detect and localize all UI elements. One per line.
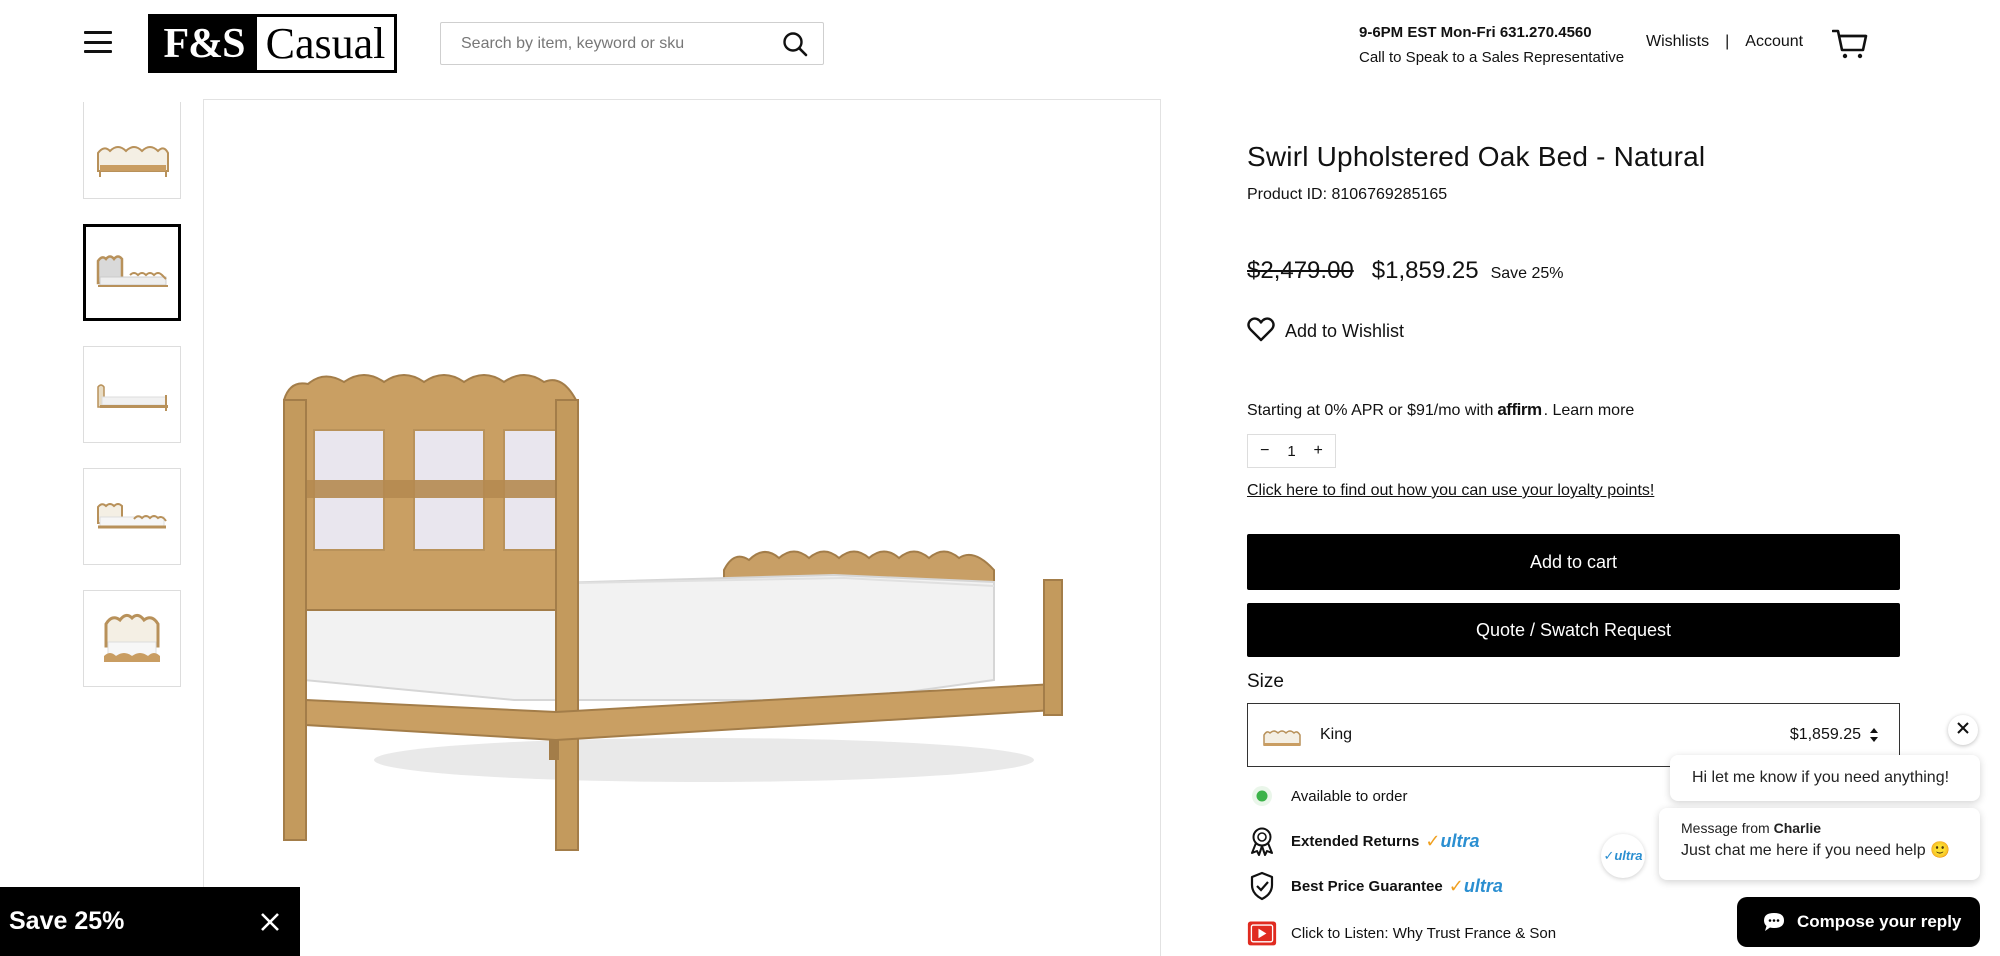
- quantity-stepper: − 1 +: [1247, 434, 1336, 468]
- thumbnail-3[interactable]: [83, 346, 181, 443]
- chat-message-text: Just chat me here if you need help 🙂: [1681, 842, 1950, 859]
- extended-returns-row[interactable]: Extended Returns ✓ultra: [1247, 826, 1479, 856]
- logo-right-text: Casual: [265, 19, 386, 68]
- listen-row[interactable]: Click to Listen: Why Trust France & Son: [1247, 918, 1556, 948]
- chat-bubble-message[interactable]: Message from Charlie Just chat me here i…: [1659, 808, 1980, 880]
- search-bar: [440, 22, 824, 65]
- availability-row: Available to order: [1247, 781, 1407, 811]
- chat-sender: Message from Charlie: [1681, 820, 1822, 836]
- affirm-text: Starting at 0% APR or $91/mo with: [1247, 402, 1494, 419]
- site-logo[interactable]: F&S Casual: [148, 14, 397, 73]
- bed-illustration: [283, 374, 1063, 851]
- size-swatch-image: [1260, 719, 1304, 751]
- chat-sender-name: Charlie: [1773, 820, 1822, 836]
- wishlist-label: Add to Wishlist: [1285, 321, 1405, 341]
- listen-text: Click to Listen: Why Trust France & Son: [1291, 924, 1557, 942]
- loyalty-points-link[interactable]: Click here to find out how you can use y…: [1247, 482, 1654, 500]
- best-price-row[interactable]: Best Price Guarantee ✓ultra: [1247, 871, 1503, 901]
- sale-price: $1,859.25: [1371, 257, 1479, 284]
- ultra-badge: ✓ultra: [1425, 830, 1480, 851]
- extended-returns-label: Extended Returns: [1291, 832, 1420, 850]
- qty-increase-button[interactable]: +: [1307, 442, 1329, 460]
- cart-icon[interactable]: [1831, 28, 1868, 60]
- account-link[interactable]: Account: [1745, 33, 1803, 51]
- thumbnail-2[interactable]: [83, 224, 181, 321]
- qty-decrease-button[interactable]: −: [1254, 442, 1276, 460]
- best-price-label: Best Price Guarantee: [1291, 877, 1443, 895]
- promo-banner-text: Save 25%: [9, 907, 125, 935]
- thumbnail-5[interactable]: [83, 590, 181, 687]
- chat-icon: [1763, 912, 1785, 932]
- wishlists-link[interactable]: Wishlists: [1646, 33, 1709, 51]
- qty-value[interactable]: 1: [1287, 443, 1295, 460]
- promo-banner[interactable]: Save 25%: [0, 887, 300, 956]
- affirm-logo: affirm: [1497, 400, 1542, 419]
- compose-label: Compose your reply: [1797, 912, 1962, 931]
- search-icon[interactable]: [781, 30, 809, 58]
- chat-close-button[interactable]: [1948, 715, 1978, 745]
- status-dot-icon: [1247, 781, 1277, 811]
- phone-hours: 9-6PM EST Mon-Fri 631.270.4560: [1359, 24, 1592, 41]
- search-input[interactable]: [461, 34, 781, 53]
- close-icon: [1957, 721, 1969, 739]
- select-arrows-icon: [1869, 727, 1879, 743]
- youtube-icon: [1247, 918, 1277, 948]
- account-links: Wishlists | Account: [1646, 33, 1803, 51]
- link-separator: |: [1725, 33, 1730, 50]
- ultra-badge: ✓ultra: [1448, 875, 1503, 896]
- shield-check-icon: [1247, 871, 1277, 901]
- logo-left-text: F&S: [151, 17, 257, 70]
- thumbnail-4[interactable]: [83, 468, 181, 565]
- award-icon: [1247, 826, 1277, 856]
- chat-avatar: ✓ultra: [1601, 834, 1645, 878]
- size-label: Size: [1247, 671, 1284, 692]
- phone-subtitle: Call to Speak to a Sales Representative: [1359, 49, 1625, 66]
- price-block: $2,479.00 $1,859.25 Save 25%: [1247, 257, 1564, 285]
- size-price: $1,859.25: [1789, 726, 1861, 743]
- product-title: Swirl Upholstered Oak Bed - Natural: [1247, 141, 1706, 172]
- size-selected-value: King: [1320, 726, 1353, 743]
- save-label: Save 25%: [1490, 265, 1564, 282]
- learn-more-link[interactable]: . Learn more: [1544, 402, 1635, 420]
- menu-icon[interactable]: [84, 31, 112, 53]
- add-to-wishlist-button[interactable]: Add to Wishlist: [1247, 316, 1404, 347]
- compose-reply-button[interactable]: Compose your reply: [1737, 897, 1980, 947]
- phone-info: 9-6PM EST Mon-Fri 631.270.4560 Call to S…: [1359, 20, 1624, 70]
- financing-info: Starting at 0% APR or $91/mo with affirm…: [1247, 400, 1634, 420]
- add-to-cart-button[interactable]: Add to cart: [1247, 534, 1900, 590]
- original-price: $2,479.00: [1247, 257, 1354, 284]
- quote-swatch-button[interactable]: Quote / Swatch Request: [1247, 603, 1900, 657]
- product-main-image[interactable]: [203, 99, 1161, 956]
- product-id: Product ID: 8106769285165: [1247, 186, 1448, 203]
- heart-icon: [1247, 316, 1275, 347]
- availability-text: Available to order: [1291, 787, 1408, 805]
- chat-bubble-greeting[interactable]: Hi let me know if you need anything!: [1670, 755, 1980, 801]
- close-icon[interactable]: [260, 912, 280, 932]
- thumbnail-1[interactable]: [83, 102, 181, 199]
